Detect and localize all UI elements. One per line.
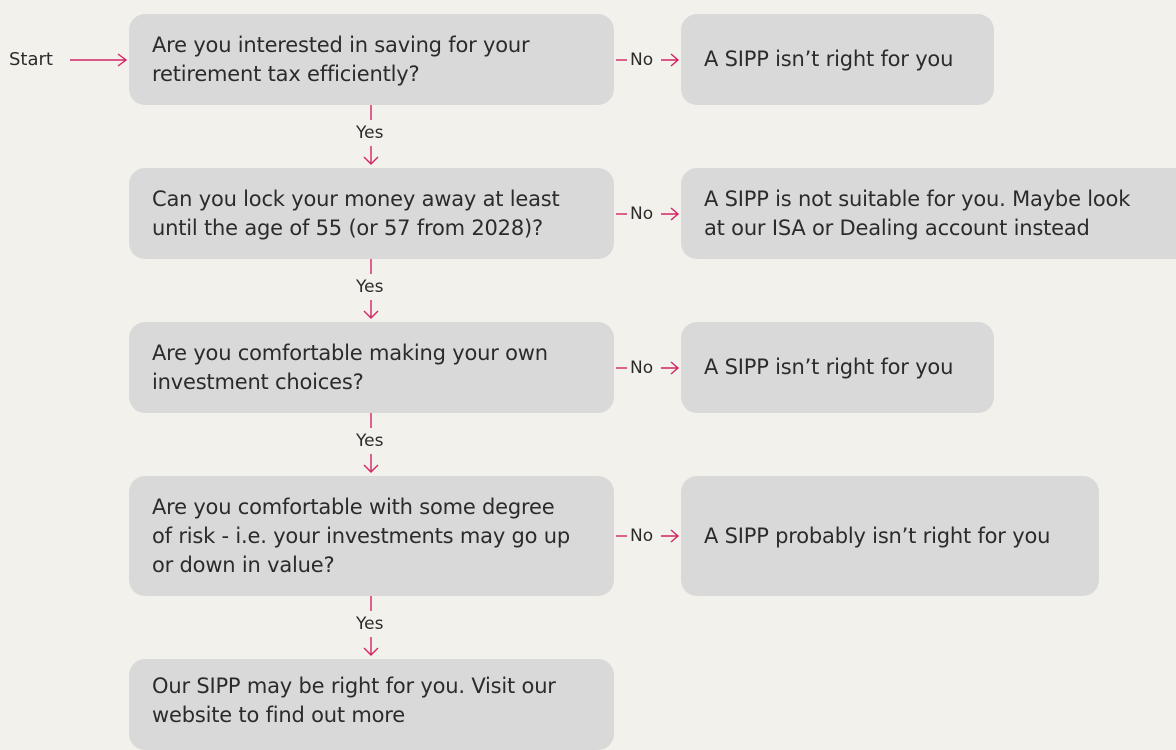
- start-arrow: [70, 53, 128, 67]
- start-label: Start: [9, 49, 53, 70]
- outcome-box-4: A SIPP probably isn’t right for you: [681, 476, 1099, 596]
- no-label-1: No: [630, 50, 654, 70]
- final-box: Our SIPP may be right for you. Visit our…: [129, 659, 614, 750]
- question-box-2: Can you lock your money away at least un…: [129, 168, 614, 259]
- outcome-box-1: A SIPP isn’t right for you: [681, 14, 994, 105]
- no-label-2: No: [630, 204, 654, 224]
- outcome-box-3: A SIPP isn’t right for you: [681, 322, 994, 413]
- yes-label-1: Yes: [356, 123, 384, 143]
- yes-label-3: Yes: [356, 431, 384, 451]
- outcome-box-2: A SIPP is not suitable for you. Maybe lo…: [681, 168, 1176, 259]
- question-box-1: Are you interested in saving for your re…: [129, 14, 614, 105]
- yes-label-2: Yes: [356, 277, 384, 297]
- no-label-4: No: [630, 526, 654, 546]
- question-box-4: Are you comfortable with some degree of …: [129, 476, 614, 596]
- no-label-3: No: [630, 358, 654, 378]
- yes-label-4: Yes: [356, 614, 384, 634]
- question-box-3: Are you comfortable making your own inve…: [129, 322, 614, 413]
